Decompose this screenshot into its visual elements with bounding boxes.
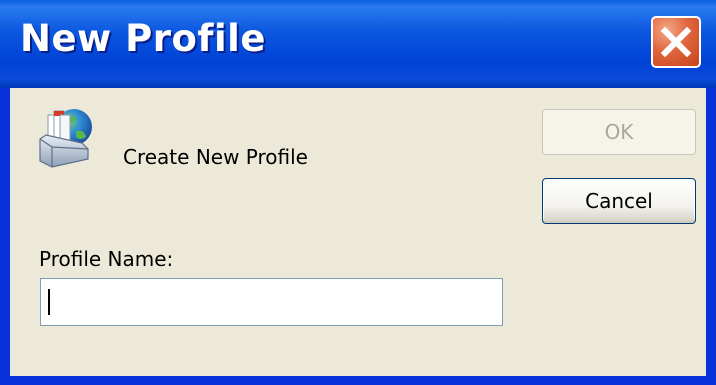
create-profile-message: Create New Profile [123,145,308,169]
profile-mail-globe-icon [36,105,96,169]
cancel-button[interactable]: Cancel [542,178,696,224]
close-button[interactable] [651,16,701,68]
profile-name-input[interactable] [40,278,503,326]
title-bar[interactable]: New Profile [0,0,716,88]
text-caret [48,289,50,315]
dialog-body: Create New Profile OK Cancel Profile Nam… [10,88,706,376]
window-title: New Profile [20,17,266,60]
dialog-window: New Profile Create New Profile OK Cancel… [0,0,716,385]
ok-button[interactable]: OK [542,109,696,155]
profile-name-label: Profile Name: [39,247,174,271]
close-icon [660,26,692,58]
